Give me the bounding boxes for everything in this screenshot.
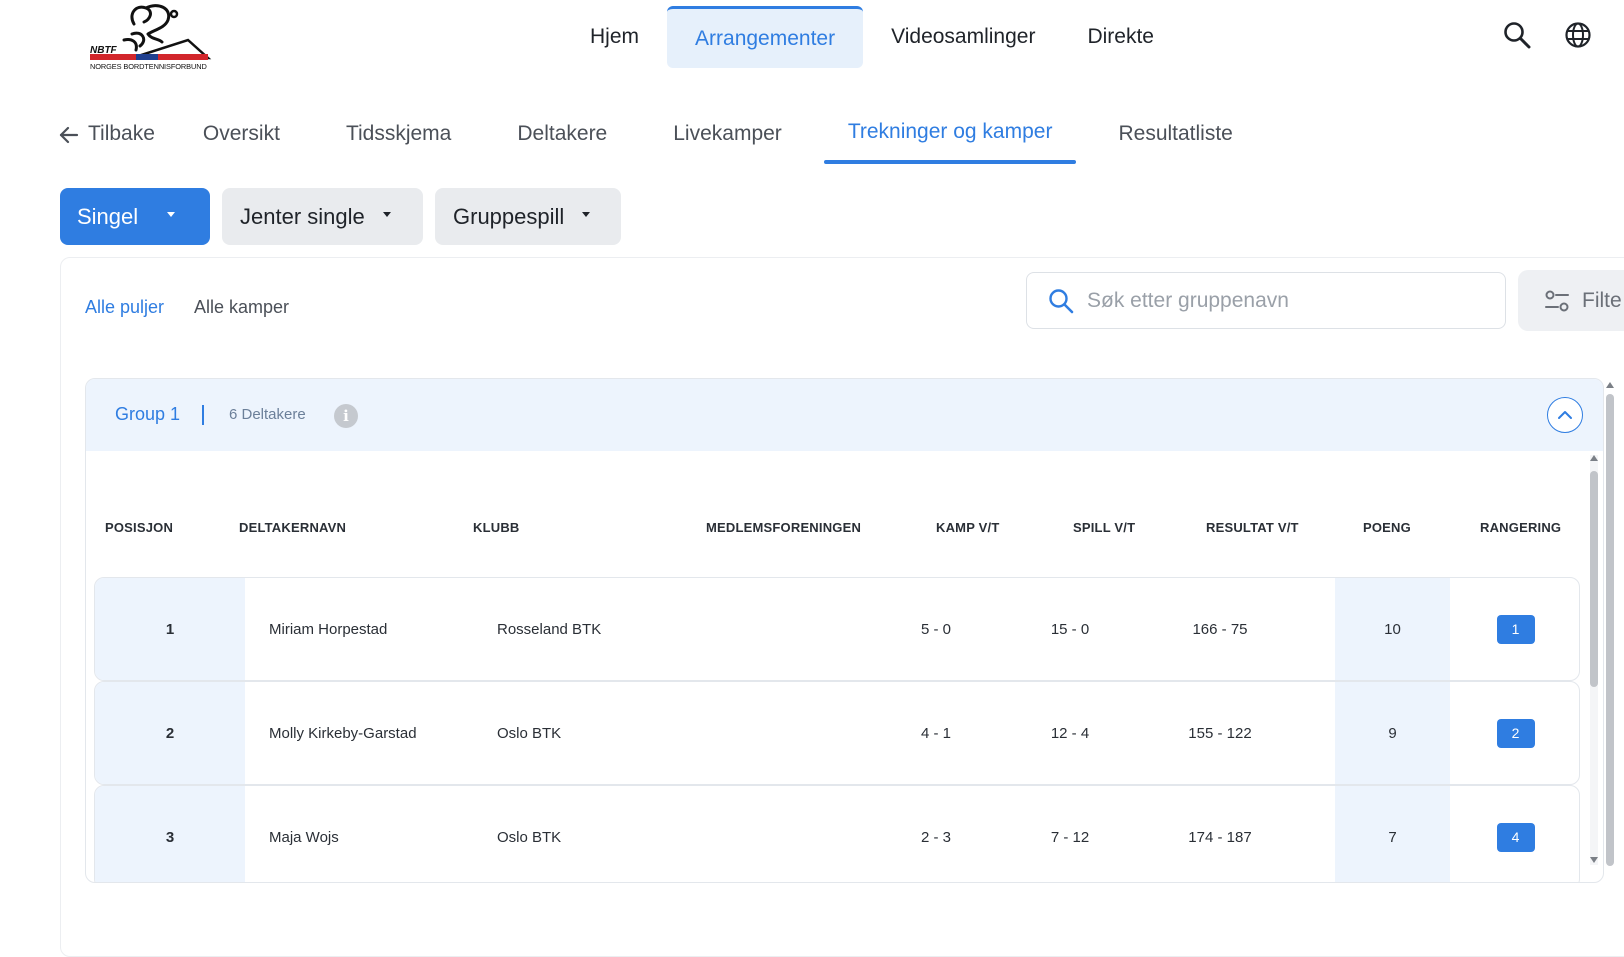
globe-icon[interactable] xyxy=(1563,20,1593,50)
group-card: Group 1 6 Deltakere i POSISJON DELTAKERN… xyxy=(85,378,1604,883)
cell-spill: 15 - 0 xyxy=(1050,620,1090,638)
cell-rangering: 1 xyxy=(1450,578,1579,680)
info-icon[interactable]: i xyxy=(334,404,358,428)
filter-button-label: Filte xyxy=(1582,288,1622,312)
group-card-header[interactable]: Group 1 6 Deltakere i xyxy=(86,379,1603,451)
cell-spill: 7 - 12 xyxy=(1050,828,1090,846)
col-header-resultat: RESULTAT V/T xyxy=(1206,520,1299,535)
scroll-up-arrow[interactable] xyxy=(1590,455,1598,461)
tab-oversikt[interactable]: Oversikt xyxy=(203,108,280,164)
col-header-deltakernavn: DELTAKERNAVN xyxy=(239,520,347,535)
tab-trekninger-og-kamper[interactable]: Trekninger og kamper xyxy=(823,108,1077,164)
back-label: Tilbake xyxy=(88,122,155,145)
page-scrollbar[interactable] xyxy=(1606,382,1614,878)
class-dropdown-value: Jenter single xyxy=(240,203,365,229)
nav-videosamlinger[interactable]: Videosamlinger xyxy=(863,6,1063,68)
type-dropdown[interactable]: Singel xyxy=(60,188,210,245)
col-header-klubb: KLUBB xyxy=(473,520,520,535)
participant-count: 6 Deltakere xyxy=(229,406,306,423)
cell-poeng: 7 xyxy=(1388,828,1397,846)
nav-direkte[interactable]: Direkte xyxy=(1063,6,1174,68)
divider xyxy=(202,405,204,425)
view-tab-all-matches[interactable]: Alle kamper xyxy=(194,297,289,318)
nav-hjem[interactable]: Hjem xyxy=(570,6,667,68)
cell-position: 1 xyxy=(165,620,175,638)
main-nav: Hjem Arrangementer Videosamlinger Direkt… xyxy=(570,6,1174,68)
tab-livekamper[interactable]: Livekamper xyxy=(673,108,782,164)
cell-participant-name: Miriam Horpestad xyxy=(269,620,388,638)
sliders-icon xyxy=(1545,290,1569,311)
event-subnav: Tilbake Oversikt Tidsskjema Deltakere Li… xyxy=(58,108,1233,164)
cell-position: 3 xyxy=(165,828,175,846)
cell-kamp: 5 - 0 xyxy=(920,620,951,638)
stage-dropdown[interactable]: Gruppespill xyxy=(435,188,621,245)
cell-participant-name: Molly Kirkeby-Garstad xyxy=(269,724,417,742)
nav-arrangementer[interactable]: Arrangementer xyxy=(667,6,864,68)
cell-spill: 12 - 4 xyxy=(1050,724,1090,742)
tab-deltakere[interactable]: Deltakere xyxy=(517,108,607,164)
col-header-poeng: POENG xyxy=(1363,520,1411,535)
cell-poeng: 10 xyxy=(1384,620,1401,638)
table-row[interactable]: 1 Miriam Horpestad Rosseland BTK 5 - 0 1… xyxy=(94,577,1580,681)
tab-tidsskjema[interactable]: Tidsskjema xyxy=(346,108,451,164)
scroll-up-arrow[interactable] xyxy=(1606,382,1614,388)
scroll-down-arrow[interactable] xyxy=(1590,857,1598,863)
table-scrollbar[interactable] xyxy=(1590,455,1598,865)
col-header-kamp: KAMP V/T xyxy=(936,520,1000,535)
collapse-button[interactable] xyxy=(1547,397,1583,433)
arrow-left-icon xyxy=(59,126,79,144)
rank-badge: 2 xyxy=(1496,718,1535,748)
cell-club: Rosseland BTK xyxy=(497,620,602,638)
table-row[interactable]: 2 Molly Kirkeby-Garstad Oslo BTK 4 - 1 1… xyxy=(94,681,1580,785)
view-tab-all-groups[interactable]: Alle puljer xyxy=(85,297,164,318)
caret-down-icon xyxy=(382,212,391,217)
col-header-rangering: RANGERING xyxy=(1480,520,1562,535)
group-title: Group 1 xyxy=(115,404,181,424)
rank-badge: 4 xyxy=(1496,822,1535,852)
stage-dropdown-value: Gruppespill xyxy=(453,203,565,229)
cell-position: 2 xyxy=(165,724,175,742)
col-header-medlemsforeningen: MEDLEMSFORENINGEN xyxy=(706,520,862,535)
cell-kamp: 2 - 3 xyxy=(920,828,951,846)
page-scrollbar-thumb[interactable] xyxy=(1606,394,1614,866)
cell-rangering: 4 xyxy=(1450,786,1579,882)
nbtf-logo[interactable]: NBTF NORGES BORDTENNISFORBUND xyxy=(88,0,228,76)
cell-poeng: 9 xyxy=(1388,724,1397,742)
type-dropdown-value: Singel xyxy=(77,203,139,229)
cell-resultat: 166 - 75 xyxy=(1192,620,1248,638)
search-icon xyxy=(1049,288,1074,313)
cell-participant-name: Maja Wojs xyxy=(269,828,339,846)
class-dropdown[interactable]: Jenter single xyxy=(222,188,423,245)
cell-rangering: 2 xyxy=(1450,682,1579,784)
chevron-up-icon xyxy=(1558,411,1572,419)
table-scrollbar-thumb[interactable] xyxy=(1590,471,1598,687)
cell-kamp: 4 - 1 xyxy=(920,724,951,742)
cell-resultat: 174 - 187 xyxy=(1188,828,1252,846)
caret-down-icon xyxy=(167,212,176,217)
tab-resultatliste[interactable]: Resultatliste xyxy=(1118,108,1232,164)
col-header-posisjon: POSISJON xyxy=(105,520,174,535)
back-link[interactable]: Tilbake xyxy=(58,108,155,164)
table-row[interactable]: 3 Maja Wojs Oslo BTK 2 - 3 7 - 12 174 - … xyxy=(94,785,1580,882)
logo-short-text: NBTF xyxy=(90,45,117,56)
caret-down-icon xyxy=(582,212,591,217)
rank-badge: 1 xyxy=(1496,614,1535,644)
group-search-field[interactable]: Søk etter gruppenavn xyxy=(1026,272,1506,329)
search-icon[interactable] xyxy=(1502,20,1532,50)
cell-resultat: 155 - 122 xyxy=(1188,724,1252,742)
group-search-placeholder: Søk etter gruppenavn xyxy=(1087,288,1289,312)
cell-club: Oslo BTK xyxy=(497,828,562,846)
cell-club: Oslo BTK xyxy=(497,724,562,742)
filter-button[interactable]: Filte xyxy=(1518,270,1624,331)
col-header-spill: SPILL V/T xyxy=(1073,520,1136,535)
logo-full-text: NORGES BORDTENNISFORBUND xyxy=(90,62,207,71)
